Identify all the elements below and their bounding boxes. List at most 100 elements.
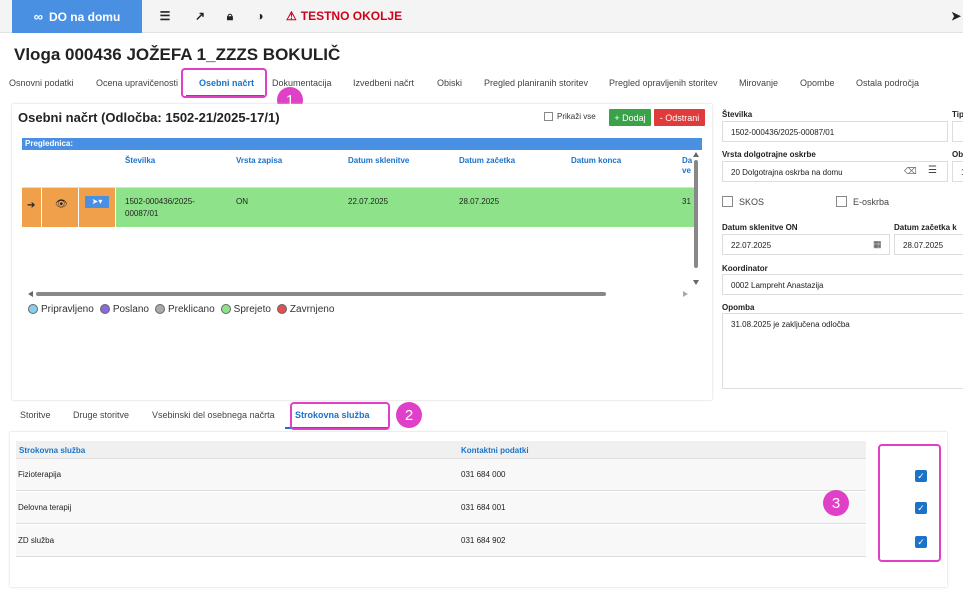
legend-label: Pripravljeno	[41, 304, 94, 315]
table-row[interactable]: Fizioterapija 031 684 000	[16, 459, 866, 491]
legend-dot-icon	[28, 304, 38, 315]
stevilka-label: Številka	[722, 110, 753, 119]
stevilka-field[interactable]: 1502-000436/2025-00087/01	[722, 121, 948, 142]
table-header: Številka Vrsta zapisa Datum sklenitve Da…	[22, 150, 698, 188]
tab-osnovni-podatki[interactable]: Osnovni podatki	[9, 78, 74, 88]
datum-sklenitve-label: Datum sklenitve ON	[722, 223, 798, 232]
service-contact: 031 684 001	[461, 503, 506, 512]
cell-stevilka: 1502-000436/2025-00087/01	[125, 197, 195, 218]
overview-header: Preglednica:	[22, 138, 702, 150]
legend-dot-icon	[99, 304, 110, 315]
koordinator-label: Koordinator	[722, 264, 768, 273]
cell-extra: 31	[682, 197, 691, 206]
table-row[interactable]: ➔ 👁︎ ➤▾ 1502-000436/2025-00087/01 ON 22.…	[22, 188, 698, 227]
warning-icon: ⚠	[286, 9, 297, 23]
tab-pregled-opravljenih[interactable]: Pregled opravljenih storitev	[609, 78, 718, 88]
highlight-box-1	[181, 68, 267, 98]
tab-druge-storitve[interactable]: Druge storitve	[73, 410, 129, 420]
tip-label: Tip	[952, 110, 963, 119]
top-bar: ∞ DO na domu ☰ ↗ 🔒︎ ◑ ⚠ TESTNO OKOLJE ➤	[0, 0, 963, 33]
annotation-badge-3: 3	[823, 490, 849, 516]
services-panel: Strokovna služba Kontaktni podatki Fizio…	[10, 432, 947, 587]
row-arrow-icon[interactable]: ➔	[22, 188, 42, 227]
tab-vsebinski-del[interactable]: Vsebinski del osebnega načrta	[152, 410, 275, 420]
col-datum-zacetka[interactable]: Datum začetka	[459, 156, 515, 165]
add-button[interactable]: + Dodaj	[609, 109, 651, 126]
horizontal-scrollbar[interactable]	[28, 291, 688, 297]
table-row[interactable]: ZD služba 031 684 902	[16, 525, 866, 557]
checkbox-box[interactable]	[544, 112, 553, 121]
send-dropdown-icon[interactable]: ➤▾	[85, 196, 109, 208]
tab-opombe[interactable]: Opombe	[800, 78, 835, 88]
vertical-scrollbar[interactable]	[693, 152, 699, 292]
col-kontaktni-podatki[interactable]: Kontaktni podatki	[461, 446, 529, 455]
opomba-label: Opomba	[722, 303, 755, 312]
col-datum-konca[interactable]: Datum konca	[571, 156, 621, 165]
app-name: DO na domu	[48, 9, 121, 24]
lock-icon[interactable]: 🔒︎	[222, 8, 238, 24]
details-panel: Številka 1502-000436/2025-00087/01 Tip V…	[716, 104, 963, 400]
list-select-icon[interactable]: ☰	[928, 165, 937, 176]
service-name: Delovna terapij	[18, 503, 72, 512]
col-vrsta-zapisa[interactable]: Vrsta zapisa	[236, 156, 282, 165]
col-datum-veljavnosti[interactable]: Da ve	[682, 156, 692, 176]
services-header: Strokovna služba Kontaktni podatki	[16, 441, 866, 459]
highlight-box-3	[878, 444, 941, 562]
datum-sklenitve-field[interactable]: 22.07.2025	[722, 234, 890, 255]
status-legend: Pripravljeno Poslano Preklicano Sprejeto Zav…	[28, 304, 334, 315]
eoskrba-box[interactable]	[836, 196, 847, 207]
col-stevilka[interactable]: Številka	[125, 156, 155, 165]
legend-item: Preklicano	[154, 304, 215, 315]
infinity-logo-icon: ∞	[33, 9, 43, 24]
table-row[interactable]: Delovna terapij 031 684 001	[16, 492, 866, 524]
remove-button[interactable]: - Odstrani	[654, 109, 705, 126]
tip-field[interactable]	[952, 121, 963, 142]
legend-label: Poslano	[112, 304, 149, 315]
calendar-icon[interactable]: ▦	[873, 239, 882, 250]
cell-datum-zacetka: 28.07.2025	[459, 197, 500, 206]
sub-tabs: Storitve Druge storitve Vsebinski del os…	[0, 404, 963, 428]
ob-field[interactable]: 1	[952, 161, 963, 182]
eraser-icon[interactable]: ⌫	[904, 166, 917, 177]
contrast-icon[interactable]: ◑	[252, 8, 268, 24]
legend-label: Preklicano	[167, 304, 215, 315]
tab-ostala-podrocja[interactable]: Ostala področja	[856, 78, 919, 88]
app-brand[interactable]: ∞ DO na domu	[12, 0, 142, 33]
col-strokovna-sluzba[interactable]: Strokovna služba	[19, 446, 85, 455]
tab-ocena-upravicenosti[interactable]: Ocena upravičenosti	[96, 78, 178, 88]
skos-checkbox[interactable]: SKOS	[722, 196, 764, 207]
legend-dot-icon	[276, 304, 287, 315]
legend-item: Pripravljeno	[28, 304, 94, 315]
tab-obiski[interactable]: Obiski	[437, 78, 462, 88]
test-environment-warning: ⚠ TESTNO OKOLJE	[286, 9, 403, 23]
tab-mirovanje[interactable]: Mirovanje	[739, 78, 778, 88]
legend-dot-icon	[220, 304, 231, 315]
skos-box[interactable]	[722, 196, 733, 207]
cell-datum-sklenitve: 22.07.2025	[348, 197, 389, 206]
service-name: Fizioterapija	[18, 470, 62, 479]
tab-izvedbeni-nacrt[interactable]: Izvedbeni načrt	[353, 78, 414, 88]
ob-label: Ob	[952, 150, 963, 159]
external-link-icon[interactable]: ↗	[192, 8, 208, 24]
action-cell: ➤▾	[79, 188, 116, 227]
cell-vrsta: ON	[236, 197, 248, 206]
legend-label: Sprejeto	[233, 304, 271, 315]
datum-zacetka-label: Datum začetka k	[894, 223, 957, 232]
plan-title: Osebni načrt (Odločba: 1502-21/2025-17/1…	[18, 110, 280, 125]
eoskrba-checkbox[interactable]: E-oskrba	[836, 196, 889, 207]
service-contact: 031 684 902	[461, 536, 506, 545]
datum-zacetka-field[interactable]: 28.07.2025	[894, 234, 963, 255]
legend-item: Poslano	[99, 304, 149, 315]
send-icon[interactable]: ➤	[948, 8, 963, 24]
koordinator-field[interactable]: 0002 Lampreht Anastazija	[722, 274, 963, 295]
col-datum-sklenitve[interactable]: Datum sklenitve	[348, 156, 409, 165]
show-all-checkbox[interactable]: Prikaži vse	[544, 112, 596, 121]
service-name: ZD služba	[18, 536, 55, 545]
tab-dokumentacija[interactable]: Dokumentacija	[272, 78, 332, 88]
opomba-textarea[interactable]: 31.08.2025 je zaključena odločba	[722, 313, 963, 389]
tab-pregled-planiranih[interactable]: Pregled planiranih storitev	[484, 78, 588, 88]
tab-storitve[interactable]: Storitve	[20, 410, 51, 420]
list-icon[interactable]: ☰	[157, 8, 173, 24]
plan-panel: Osebni načrt (Odločba: 1502-21/2025-17/1…	[12, 104, 712, 400]
view-eye-icon[interactable]: 👁︎	[42, 188, 79, 227]
